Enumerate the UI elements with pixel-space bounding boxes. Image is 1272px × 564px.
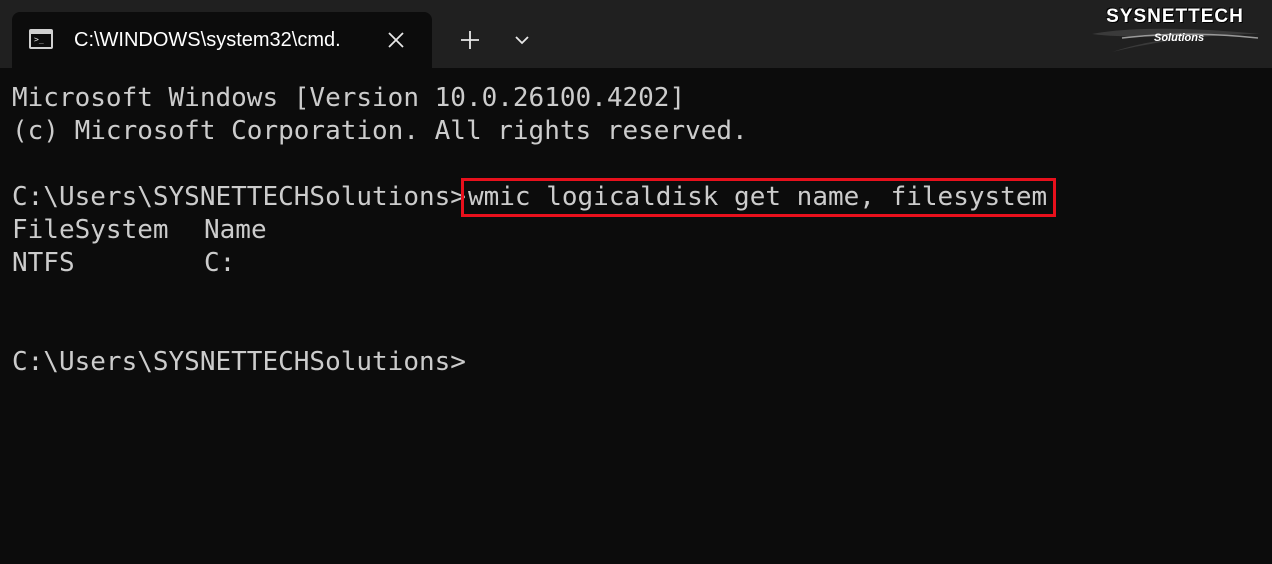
command-line: C:\Users\SYSNETTECHSolutions>wmic logica… [12, 178, 1262, 217]
output-header-row: FileSystem Name [12, 214, 1262, 247]
logo-subtext: Solutions [1154, 32, 1205, 44]
final-prompt: C:\Users\SYSNETTECHSolutions> [12, 347, 466, 377]
cmd-icon-prompt: >_ [34, 35, 44, 44]
sysnettech-logo: SYSNETTECH Solutions [1082, 4, 1268, 60]
terminal-line: (c) Microsoft Corporation. All rights re… [12, 116, 748, 146]
close-icon[interactable] [382, 26, 410, 54]
cell-name: C: [204, 248, 236, 278]
tab-cmd[interactable]: >_ C:\WINDOWS\system32\cmd. [12, 12, 432, 68]
highlighted-command: wmic logicaldisk get name, filesystem [460, 178, 1057, 217]
title-bar: >_ C:\WINDOWS\system32\cmd. SYSNETTECH S… [0, 0, 1272, 68]
cmd-icon: >_ [29, 29, 53, 49]
plus-icon[interactable] [452, 24, 488, 56]
chevron-down-icon[interactable] [506, 24, 538, 56]
column-header-name: Name [204, 215, 267, 245]
tab-title: C:\WINDOWS\system32\cmd. [74, 29, 341, 51]
column-header-filesystem: FileSystem [12, 215, 169, 245]
output-row: NTFS C: [12, 247, 1262, 280]
logo-text: SYSNETTECH [1106, 6, 1244, 27]
prompt: C:\Users\SYSNETTECHSolutions> [12, 182, 466, 212]
terminal-output[interactable]: Microsoft Windows [Version 10.0.26100.42… [12, 82, 1262, 379]
terminal-line: Microsoft Windows [Version 10.0.26100.42… [12, 83, 686, 113]
cell-filesystem: NTFS [12, 248, 75, 278]
terminal-window: >_ C:\WINDOWS\system32\cmd. SYSNETTECH S… [0, 0, 1272, 564]
